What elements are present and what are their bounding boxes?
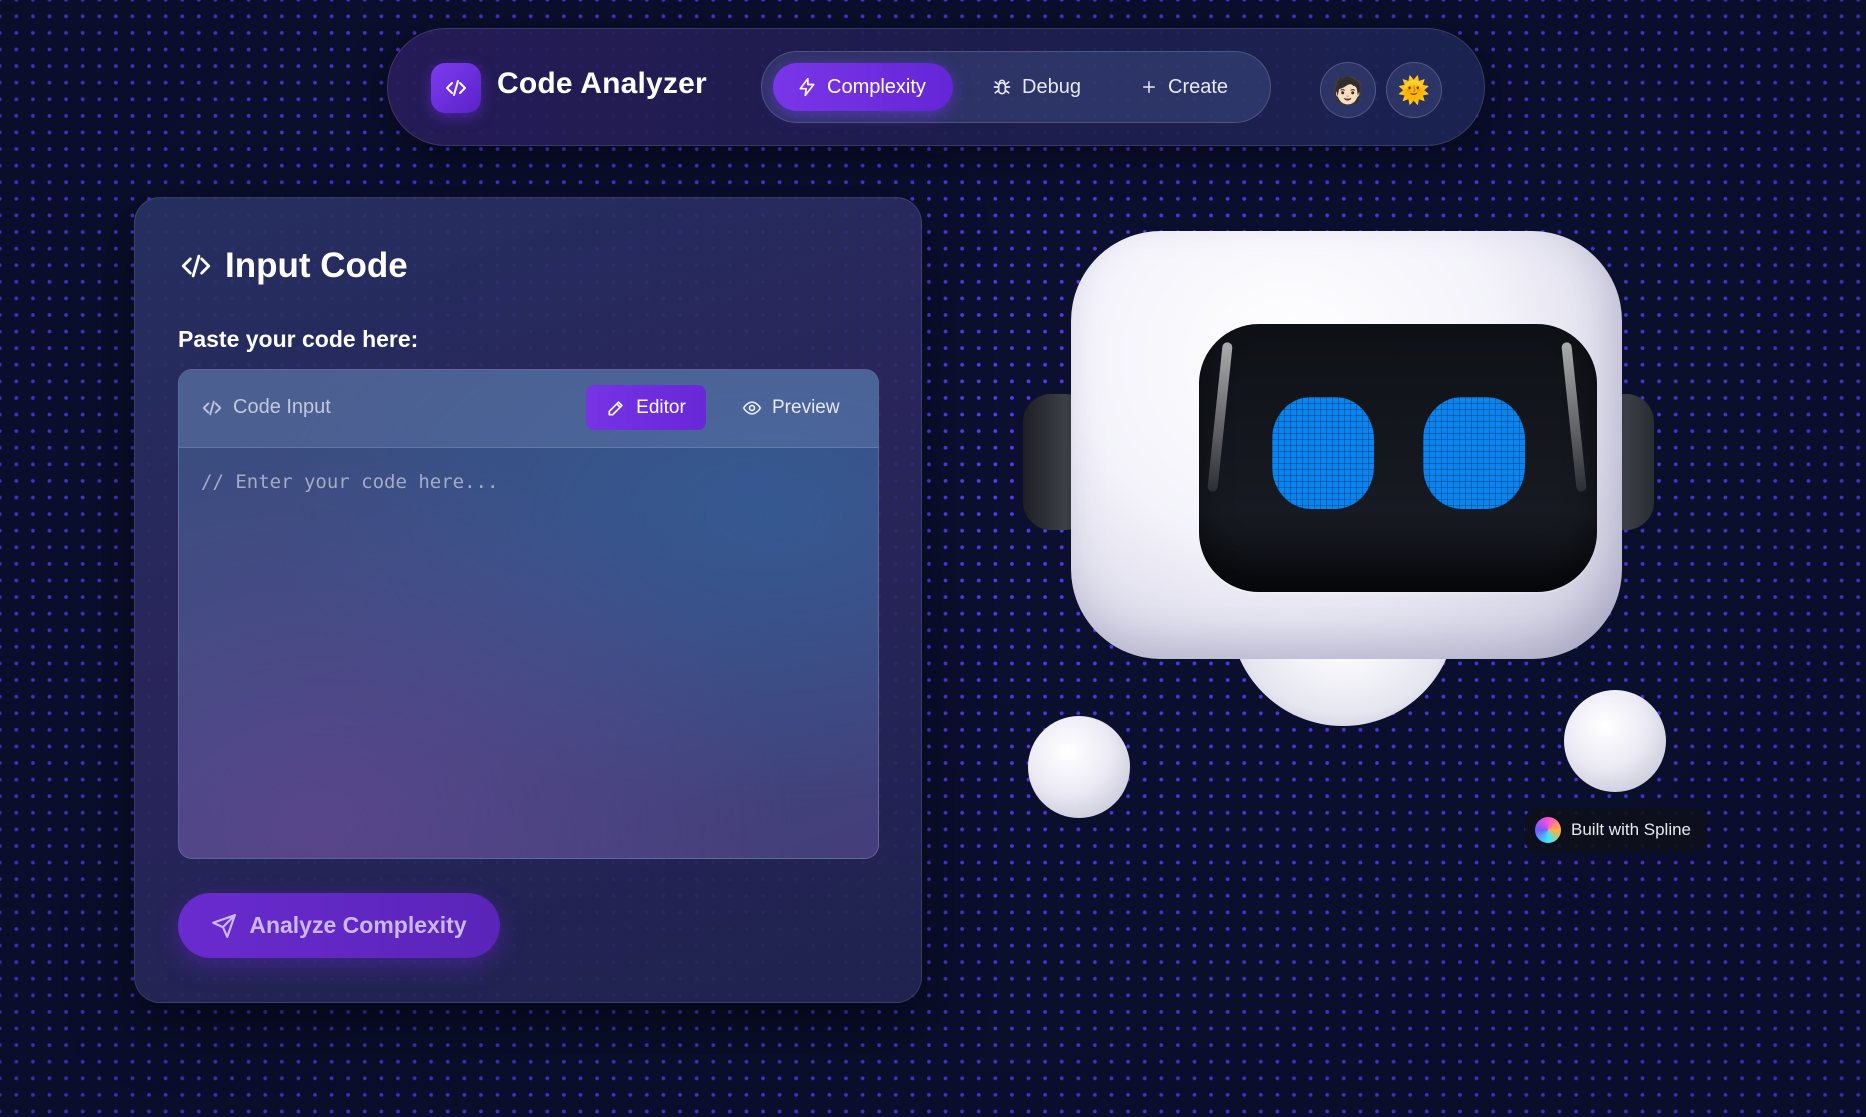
- spline-badge-label: Built with Spline: [1571, 820, 1692, 839]
- code-icon: [202, 400, 222, 415]
- send-icon: [212, 913, 237, 938]
- preview-mode-label: Preview: [772, 396, 840, 418]
- editor-mode-button[interactable]: Editor: [586, 385, 706, 430]
- input-code-card: Input Code Paste your code here: Code In…: [134, 197, 922, 1003]
- card-title: Input Code: [225, 246, 408, 285]
- robot-head: [1071, 231, 1622, 659]
- tab-label: Complexity: [827, 75, 926, 98]
- analyze-button-label: Analyze Complexity: [249, 912, 467, 938]
- tab-label: Debug: [1022, 75, 1081, 98]
- paste-label: Paste your code here:: [178, 326, 419, 352]
- top-navbar: Code Analyzer Complexity Debug Create 🧑🏻…: [387, 28, 1485, 146]
- editor-toolbar: Code Input Editor Preview: [179, 370, 878, 448]
- tab-debug[interactable]: Debug: [968, 63, 1105, 111]
- plus-icon: [1143, 81, 1155, 93]
- preview-mode-button[interactable]: Preview: [738, 385, 844, 430]
- screen-glint: [1207, 341, 1233, 493]
- robot-left-hand: [1028, 716, 1130, 818]
- code-logo-icon: [431, 63, 481, 113]
- theme-toggle-button[interactable]: 🌞: [1386, 62, 1442, 118]
- editor-mode-label: Editor: [636, 396, 686, 418]
- editor-title-label: Code Input: [233, 396, 331, 418]
- analyze-complexity-button[interactable]: Analyze Complexity: [178, 893, 500, 958]
- robot-right-eye: [1423, 397, 1525, 509]
- code-input-textarea[interactable]: [179, 447, 878, 858]
- mode-tabs: Complexity Debug Create: [761, 51, 1271, 123]
- tab-create[interactable]: Create: [1116, 63, 1252, 111]
- app-title: Code Analyzer: [497, 67, 707, 100]
- lightning-icon: [799, 77, 815, 97]
- tab-complexity[interactable]: Complexity: [773, 63, 953, 111]
- robot-illustration[interactable]: [1020, 228, 1670, 828]
- avatar-icon: 🧑🏻: [1331, 74, 1365, 105]
- editor-title: Code Input: [201, 396, 331, 419]
- avatar-button[interactable]: 🧑🏻: [1320, 62, 1376, 118]
- tab-label: Create: [1168, 75, 1229, 98]
- card-heading: Input Code: [179, 246, 408, 286]
- code-editor: Code Input Editor Preview: [178, 369, 879, 859]
- bug-icon: [993, 79, 1011, 95]
- screen-glint: [1561, 341, 1587, 493]
- sun-icon: 🌞: [1397, 74, 1431, 105]
- code-icon: [181, 254, 211, 278]
- pencil-icon: [608, 400, 623, 415]
- robot-left-eye: [1272, 397, 1374, 509]
- robot-right-hand: [1564, 690, 1666, 792]
- robot-face-screen: [1199, 324, 1597, 592]
- spline-logo-icon: [1535, 817, 1561, 843]
- eye-icon: [742, 400, 762, 415]
- built-with-spline-badge[interactable]: Built with Spline: [1525, 808, 1708, 852]
